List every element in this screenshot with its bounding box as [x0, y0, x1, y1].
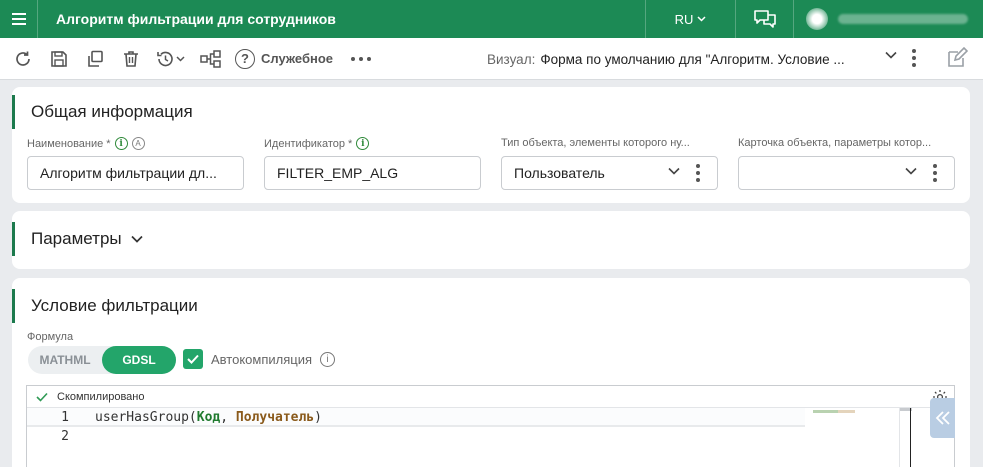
check-icon — [187, 354, 199, 364]
structure-icon — [200, 49, 221, 68]
filter-condition-title: Условие фильтрации — [12, 289, 198, 323]
language-value: RU — [674, 11, 694, 27]
chat-icon — [753, 10, 776, 28]
object-type-label: Тип объекта, элементы которого ну... — [501, 137, 690, 149]
menu-button[interactable] — [0, 0, 38, 38]
more-icon — [351, 56, 372, 61]
kebab-icon[interactable] — [912, 49, 916, 67]
double-chevron-left-icon — [935, 411, 950, 425]
page-title: Алгоритм фильтрации для сотрудников — [56, 11, 336, 27]
object-card-select[interactable] — [738, 156, 955, 190]
autocompile-option: Автокомпиляция i — [183, 349, 336, 369]
save-button[interactable] — [41, 41, 77, 77]
chevron-down-icon[interactable] — [885, 51, 897, 59]
top-bar: Алгоритм фильтрации для сотрудников RU — [0, 0, 983, 38]
editor-body[interactable]: 1 2 userHasGroup(Код, Получатель) — [27, 408, 954, 467]
line-number: 1 — [61, 410, 69, 425]
compile-status: Скомпилировано — [57, 390, 145, 403]
language-selector[interactable]: RU — [645, 0, 735, 38]
object-card-label: Карточка объекта, параметры котор... — [738, 137, 932, 149]
line-number: 2 — [61, 429, 69, 444]
kebab-icon[interactable] — [933, 164, 937, 182]
side-panel-expander[interactable] — [930, 398, 955, 438]
service-button[interactable]: ? Служебное — [235, 48, 334, 69]
formula-label: Формула — [27, 331, 74, 343]
info-icon[interactable]: i — [114, 137, 128, 150]
save-icon — [51, 50, 67, 67]
chevron-down-icon[interactable] — [668, 167, 680, 175]
filter-condition-card: Условие фильтрации Формула MATHML GDSL А… — [12, 278, 970, 467]
refresh-button[interactable] — [5, 41, 41, 77]
refresh-icon — [16, 51, 30, 66]
kebab-icon[interactable] — [696, 164, 700, 182]
edit-icon[interactable] — [946, 47, 968, 69]
visual-selector[interactable]: Визуал: Форма по умолчанию для "Алгоритм… — [487, 38, 916, 80]
info-icon[interactable]: i — [356, 137, 370, 150]
compile-status-bar: Скомпилировано — [27, 386, 954, 408]
check-icon — [36, 392, 48, 402]
user-profile[interactable] — [793, 0, 983, 38]
minimap[interactable] — [813, 410, 855, 413]
history-icon — [157, 51, 185, 66]
avatar — [806, 8, 828, 30]
help-icon: ? — [235, 48, 255, 69]
visual-label: Визуал: — [487, 51, 536, 67]
name-field[interactable]: Алгоритм фильтрации дл... — [27, 156, 244, 190]
formula-type-toggle: MATHML GDSL — [28, 346, 176, 374]
chevron-down-icon[interactable] — [905, 167, 917, 175]
identifier-label: Идентификатор * i — [264, 137, 370, 150]
toolbar: ? Служебное Визуал: Форма по умолчанию д… — [0, 38, 983, 80]
general-info-title: Общая информация — [12, 95, 193, 129]
chat-button[interactable] — [735, 0, 793, 38]
delete-icon — [124, 50, 138, 67]
code-argument: Получатель — [235, 410, 315, 425]
info-icon[interactable]: i — [320, 351, 336, 367]
visual-value: Форма по умолчанию для "Алгоритм. Услови… — [540, 51, 845, 67]
auto-icon[interactable]: A — [131, 137, 145, 150]
delete-button[interactable] — [113, 41, 149, 77]
object-type-select[interactable]: Пользователь — [501, 156, 718, 190]
history-button[interactable] — [149, 41, 193, 77]
structure-button[interactable] — [193, 41, 229, 77]
chevron-down-icon — [697, 16, 706, 22]
line-gutter: 1 2 — [27, 408, 77, 446]
autocompile-checkbox[interactable] — [183, 349, 203, 369]
parameters-title[interactable]: Параметры — [12, 222, 143, 256]
more-button[interactable] — [347, 41, 375, 77]
menu-icon — [11, 13, 26, 25]
code-line[interactable]: userHasGroup(Код, Получатель) — [95, 408, 322, 427]
name-label: Наименование * i A — [27, 137, 145, 150]
toggle-gdsl[interactable]: GDSL — [102, 346, 176, 374]
user-name-blurred — [838, 14, 968, 24]
identifier-field[interactable]: FILTER_EMP_ALG — [264, 156, 481, 190]
copy-button[interactable] — [77, 41, 113, 77]
copy-icon — [88, 50, 103, 67]
general-info-card: Общая информация Наименование * i A Алго… — [12, 87, 970, 203]
parameters-card[interactable]: Параметры — [12, 211, 970, 269]
service-label: Служебное — [261, 51, 334, 66]
code-function: userHasGroup — [95, 410, 189, 425]
autocompile-label: Автокомпиляция — [211, 351, 313, 367]
chevron-down-icon — [131, 235, 143, 243]
code-argument: Код — [196, 410, 221, 425]
code-editor[interactable]: Скомпилировано 1 2 userHasGroup(Код, Пол… — [26, 385, 955, 467]
toggle-mathml[interactable]: MATHML — [28, 346, 102, 374]
